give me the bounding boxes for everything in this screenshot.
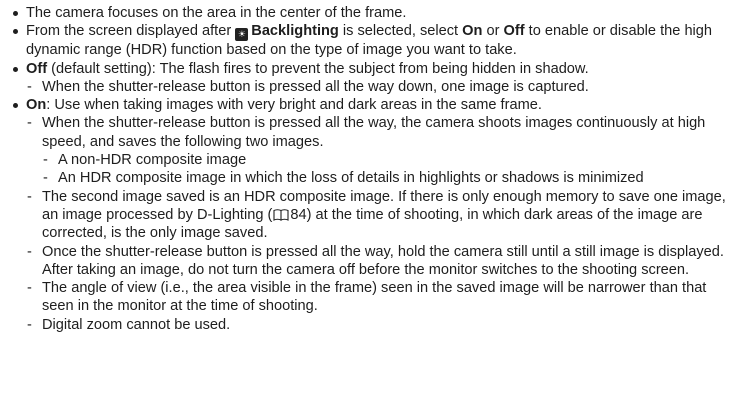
sub-sub-item-hdr: An HDR composite image in which the loss… xyxy=(9,169,739,188)
backlighting-scene-icon: ☀ xyxy=(235,28,249,42)
bullet-hdr-setting: From the screen displayed after ☀ Backlig… xyxy=(9,22,739,59)
bullet-on: On: Use when taking images with very bri… xyxy=(9,96,739,114)
bullet-off: Off (default setting): The flash fires t… xyxy=(9,60,739,78)
sub-sub-item-non-hdr: A non-HDR composite image xyxy=(9,151,739,170)
sub-item-angle-of-view: The angle of view (i.e., the area visibl… xyxy=(9,279,739,316)
book-reference-icon xyxy=(273,209,289,221)
sub-item-two-images: When the shutter-release button is press… xyxy=(9,114,739,151)
sub-item-one-image: When the shutter-release button is press… xyxy=(9,78,739,97)
sub-item-digital-zoom: Digital zoom cannot be used. xyxy=(9,316,739,335)
manual-page: The camera focuses on the area in the ce… xyxy=(0,0,739,334)
sub-item-hold-still: Once the shutter-release button is press… xyxy=(9,243,739,280)
bullet-focus: The camera focuses on the area in the ce… xyxy=(9,4,739,22)
sub-item-second-image: The second image saved is an HDR composi… xyxy=(9,188,739,243)
